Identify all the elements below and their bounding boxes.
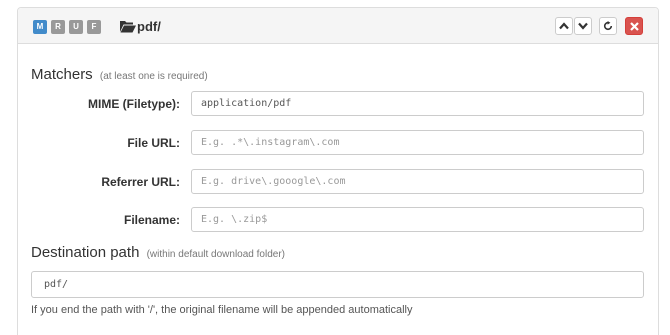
move-down-button[interactable]	[574, 17, 592, 35]
matchers-hint: (at least one is required)	[99, 71, 208, 82]
destination-hint: (within default download folder)	[146, 249, 285, 260]
refresh-icon	[603, 21, 613, 31]
flag-url-badge[interactable]: U	[69, 20, 83, 34]
rule-folder-name: pdf/	[137, 19, 161, 34]
delete-rule-button[interactable]	[625, 17, 643, 35]
filename-label: Filename:	[123, 213, 180, 227]
rule-panel-heading: M R U F pdf/	[18, 8, 658, 44]
referrer-url-input[interactable]	[191, 169, 644, 194]
mime-input[interactable]	[191, 91, 644, 116]
close-icon	[629, 21, 639, 31]
destination-help-text: If you end the path with '/', the origin…	[31, 304, 413, 316]
flag-filename-badge[interactable]: F	[87, 20, 101, 34]
file-url-input[interactable]	[191, 130, 644, 155]
destination-heading: Destination path (within default downloa…	[31, 244, 285, 261]
chevron-up-icon	[559, 22, 569, 30]
mime-label: MIME (Filetype):	[88, 97, 180, 111]
matchers-title: Matchers	[31, 66, 93, 83]
destination-title: Destination path	[31, 244, 140, 261]
reset-button[interactable]	[599, 17, 617, 35]
chevron-down-icon	[578, 22, 588, 30]
folder-open-icon	[120, 20, 136, 33]
flag-referrer-badge[interactable]: R	[51, 20, 65, 34]
filename-input[interactable]	[191, 207, 644, 232]
file-url-label: File URL:	[127, 136, 180, 150]
rule-panel: M R U F pdf/ Matchers (at least one is r…	[17, 7, 659, 335]
move-up-button[interactable]	[555, 17, 573, 35]
destination-path-input[interactable]	[31, 271, 644, 298]
flag-mime-badge[interactable]: M	[33, 20, 47, 34]
referrer-url-label: Referrer URL:	[101, 175, 180, 189]
matchers-heading: Matchers (at least one is required)	[31, 66, 208, 83]
